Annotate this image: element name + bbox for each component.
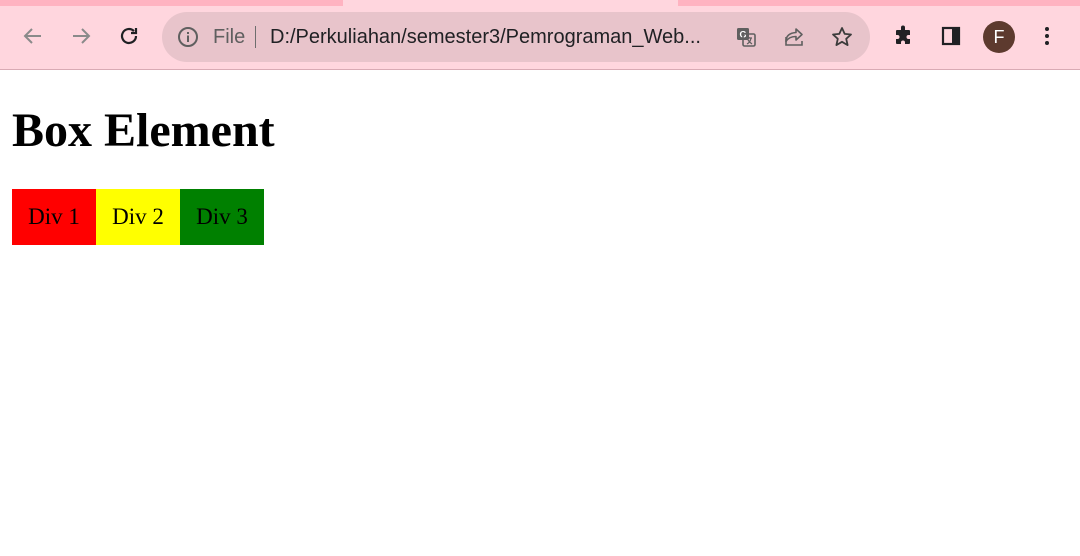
box-div-3: Div 3: [180, 189, 264, 245]
page-title: Box Element: [12, 104, 275, 157]
profile-avatar[interactable]: F: [983, 21, 1015, 53]
translate-icon[interactable]: G: [734, 25, 758, 49]
star-icon[interactable]: [830, 25, 854, 49]
reload-button[interactable]: [113, 20, 145, 52]
box-div-2: Div 2: [96, 189, 180, 245]
menu-button[interactable]: [1031, 20, 1063, 52]
back-arrow-icon: [23, 28, 41, 44]
forward-arrow-icon: [73, 28, 91, 44]
extensions-button[interactable]: [887, 20, 919, 52]
url-scheme: File: [213, 26, 246, 48]
url-text[interactable]: D:/Perkuliahan/semester3/Pemrograman_Web…: [270, 12, 720, 62]
address-bar[interactable]: File D:/Perkuliahan/semester3/Pemrograma…: [162, 12, 870, 62]
page-content: Box Element Div 1 Div 2 Div 3: [0, 70, 1080, 556]
forward-button[interactable]: [65, 20, 97, 52]
info-icon[interactable]: [176, 25, 200, 49]
box-row: Div 1 Div 2 Div 3: [12, 189, 264, 245]
reload-icon: [120, 27, 138, 45]
side-panel-icon: [941, 26, 961, 46]
browser-toolbar: File D:/Perkuliahan/semester3/Pemrograma…: [0, 6, 1080, 70]
share-icon[interactable]: [782, 25, 806, 49]
side-panel-button[interactable]: [935, 20, 967, 52]
back-button[interactable]: [17, 20, 49, 52]
kebab-menu-icon: [1045, 27, 1049, 45]
puzzle-icon: [896, 25, 910, 44]
url-separator: [255, 26, 256, 48]
box-div-1: Div 1: [12, 189, 96, 245]
